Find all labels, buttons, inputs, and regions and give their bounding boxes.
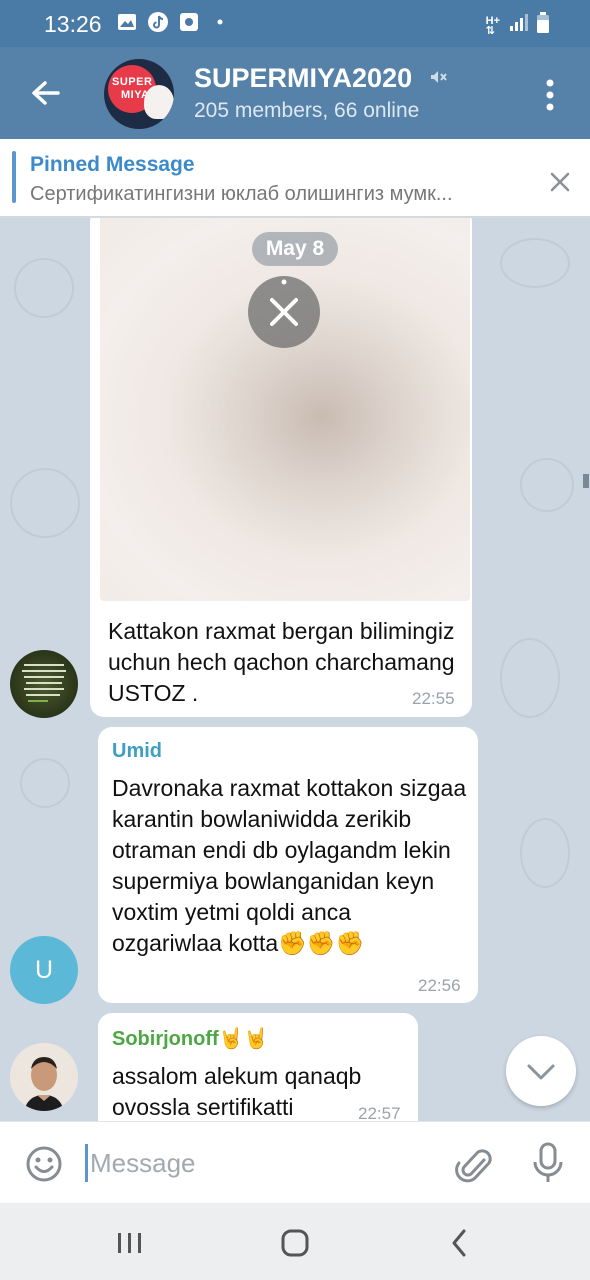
recent-apps-icon — [118, 1233, 141, 1253]
bg-doodle — [20, 758, 70, 808]
status-time: 13:26 — [44, 11, 102, 37]
dot-icon — [209, 12, 231, 32]
pinned-close-button[interactable] — [545, 167, 575, 197]
avatar-logo-text-1: SUPER — [112, 76, 153, 88]
home-icon — [281, 1229, 309, 1257]
avatar-letter: U — [34, 956, 54, 984]
home-button[interactable] — [275, 1225, 315, 1261]
muted-icon — [428, 67, 448, 87]
message-text: assalom alekum qanaqb ovossla sertifikat… — [112, 1063, 362, 1120]
bg-doodle — [14, 258, 74, 318]
microphone-button[interactable] — [530, 1140, 566, 1186]
battery-icon — [536, 12, 550, 39]
signal-icon — [508, 14, 528, 37]
bg-doodle — [520, 458, 574, 512]
sender-avatar-photo[interactable] — [10, 650, 78, 718]
gallery-icon — [116, 12, 138, 32]
message-time: 22:56 — [418, 976, 461, 995]
microphone-icon — [533, 1142, 563, 1182]
more-menu-button[interactable] — [538, 75, 562, 115]
chat-subtitle: 205 members, 66 online — [194, 99, 420, 122]
network-h-plus-icon: H+ ⇅ — [485, 14, 500, 37]
scroll-down-button[interactable] — [506, 1036, 576, 1106]
status-bar: 13:26 H+ ⇅ — [0, 0, 590, 47]
chevron-left-icon — [452, 1229, 466, 1257]
status-left-icons — [116, 12, 231, 32]
pinned-message-bar[interactable]: Pinned Message Сертификатингизни юклаб о… — [0, 139, 590, 217]
chevron-down-icon — [527, 1064, 555, 1080]
back-button[interactable] — [24, 73, 68, 113]
screen-record-icon — [178, 12, 200, 32]
status-right-icons: H+ ⇅ — [486, 12, 550, 39]
scroll-indicator — [583, 474, 589, 488]
message-time: 22:55 — [412, 689, 455, 708]
emoji-button[interactable] — [24, 1144, 64, 1184]
text-caret — [85, 1144, 88, 1182]
pinned-title: Pinned Message — [30, 153, 195, 176]
close-icon — [270, 279, 298, 326]
download-cancel-button[interactable] — [248, 276, 320, 348]
kebab-menu-icon — [546, 79, 554, 111]
avatar-person-image — [10, 1043, 78, 1111]
pinned-accent-bar — [12, 151, 16, 203]
sender-name[interactable]: Sobirjonoff🤘🤘 — [112, 1026, 268, 1051]
message-time: 22:57 — [358, 1104, 401, 1121]
recent-apps-button[interactable] — [110, 1225, 150, 1261]
nav-back-button[interactable] — [440, 1225, 480, 1261]
system-nav-bar — [0, 1203, 590, 1280]
paperclip-icon — [455, 1149, 492, 1183]
bg-doodle — [10, 468, 80, 538]
smile-icon — [26, 1146, 62, 1182]
close-icon — [550, 172, 570, 192]
message-text: Davronaka raxmat kottakon sizgaa karanti… — [112, 775, 467, 956]
avatar-text-image — [22, 664, 66, 702]
bg-doodle — [500, 238, 570, 288]
pinned-text: Сертификатингизни юклаб олишингиз мумк..… — [30, 183, 453, 205]
message-input[interactable] — [90, 1140, 430, 1186]
sender-avatar-photo[interactable] — [10, 1043, 78, 1111]
group-avatar[interactable]: SUPER MIYA — [104, 59, 174, 129]
date-chip: May 8 — [252, 232, 338, 266]
chat-area[interactable]: May 8 Kattakon raxmat bergan bilimingiz … — [0, 218, 590, 1121]
message-input-bar — [0, 1121, 590, 1203]
sender-avatar-letter[interactable]: U — [10, 936, 78, 1004]
chat-title[interactable]: SUPERMIYA2020 — [194, 63, 412, 94]
arrow-left-icon — [32, 81, 60, 105]
message-text: Kattakon raxmat bergan bilimingiz uchun … — [108, 618, 455, 706]
bg-doodle — [520, 818, 570, 888]
tiktok-icon — [147, 12, 169, 32]
attach-button[interactable] — [452, 1142, 492, 1186]
chat-header: SUPER MIYA SUPERMIYA2020 205 members, 66… — [0, 47, 590, 139]
bg-doodle — [500, 638, 560, 718]
sender-name[interactable]: Umid — [112, 740, 162, 763]
avatar-head-shape — [144, 85, 174, 119]
